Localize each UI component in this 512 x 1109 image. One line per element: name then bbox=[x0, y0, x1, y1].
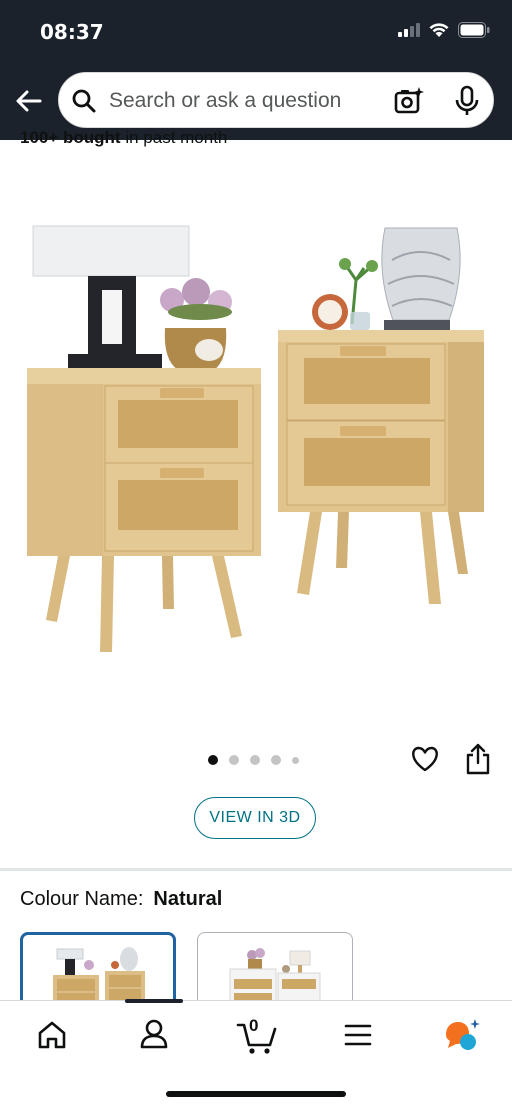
carousel-dot[interactable] bbox=[292, 756, 299, 764]
view-in-3d-button[interactable]: VIEW IN 3D bbox=[194, 797, 316, 839]
back-arrow-icon[interactable] bbox=[12, 84, 46, 118]
home-indicator bbox=[166, 1091, 346, 1097]
swatch-natural-image bbox=[53, 947, 145, 1009]
section-divider bbox=[0, 868, 512, 871]
search-input[interactable] bbox=[107, 86, 381, 116]
carousel-dot[interactable] bbox=[250, 755, 260, 765]
status-time: 08:37 bbox=[40, 20, 104, 44]
bottom-nav: 0 bbox=[0, 999, 512, 1109]
search-icon bbox=[72, 89, 96, 113]
share-icon[interactable] bbox=[464, 742, 492, 776]
signal-icon bbox=[398, 23, 420, 37]
rufus-assistant-icon[interactable] bbox=[442, 1015, 482, 1055]
menu-icon[interactable] bbox=[338, 1015, 378, 1055]
cart-button[interactable]: 0 bbox=[236, 1015, 280, 1059]
bought-in-past-month: 100+ bought in past month bbox=[20, 128, 227, 148]
colour-label: Colour Name: bbox=[20, 888, 144, 910]
colour-name-row: Colour Name: Natural bbox=[20, 888, 222, 911]
nav-active-indicator bbox=[125, 999, 183, 1003]
image-carousel-dots[interactable] bbox=[208, 755, 299, 765]
home-icon[interactable] bbox=[32, 1015, 72, 1055]
product-image[interactable] bbox=[0, 160, 512, 730]
colour-value: Natural bbox=[153, 888, 223, 910]
mic-icon[interactable] bbox=[453, 85, 481, 117]
camera-sparkle-icon[interactable] bbox=[393, 85, 425, 117]
carousel-dot[interactable] bbox=[271, 755, 281, 765]
carousel-dot[interactable] bbox=[229, 755, 239, 765]
heart-icon[interactable] bbox=[410, 744, 440, 774]
account-icon[interactable] bbox=[134, 1015, 174, 1055]
status-bar: 08:37 bbox=[0, 0, 512, 62]
search-bar[interactable] bbox=[58, 72, 494, 128]
battery-icon bbox=[458, 22, 490, 38]
bought-period: in past month bbox=[120, 128, 228, 147]
cart-count: 0 bbox=[249, 1016, 259, 1035]
carousel-dot-active[interactable] bbox=[208, 755, 218, 765]
status-icons bbox=[398, 22, 490, 38]
bought-count: 100+ bought bbox=[20, 128, 121, 147]
wifi-icon bbox=[429, 23, 449, 37]
